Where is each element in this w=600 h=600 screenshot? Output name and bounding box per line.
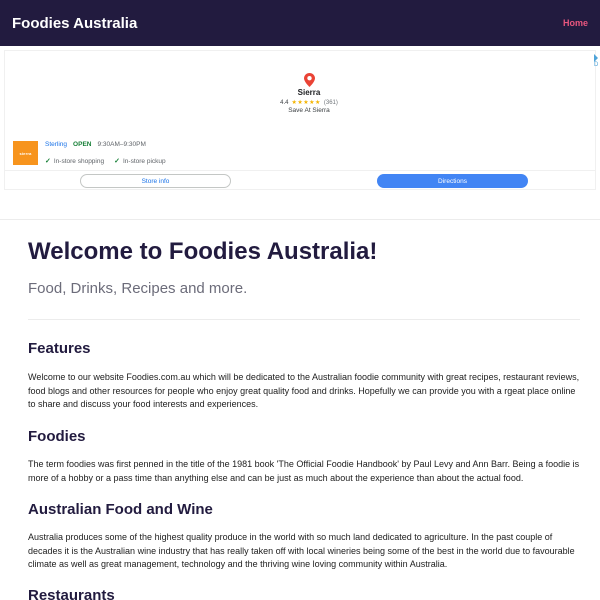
store-hours: 9:30AM–9:30PM: [97, 141, 146, 148]
section-heading-foodies: Foodies: [28, 428, 86, 445]
ad-tagline: Save At Sierra: [288, 107, 330, 114]
store-services: ✓ In-store shopping ✓ In-store pickup: [45, 157, 166, 166]
advertisement: Sierra 4.4 ★★★★★ (361) Save At Sierra si…: [0, 46, 600, 220]
section-body-features: Welcome to our website Foodies.com.au wh…: [28, 372, 580, 409]
page-lead: Food, Drinks, Recipes and more.: [28, 280, 248, 297]
page-title: Welcome to Foodies Australia!: [28, 238, 378, 265]
store-logo[interactable]: sierra: [13, 141, 38, 165]
section-heading-features: Features: [28, 340, 91, 357]
service-item: ✓ In-store pickup: [114, 157, 166, 166]
ad-button-row: Store info Directions: [4, 170, 596, 190]
store-info-button[interactable]: Store info: [80, 174, 231, 188]
adchoices-icon[interactable]: D: [594, 54, 600, 68]
check-icon: ✓: [114, 158, 120, 165]
rating-value: 4.4: [280, 99, 289, 106]
ad-store-name[interactable]: Sierra: [259, 88, 359, 97]
divider: [28, 319, 580, 320]
ad-rating: 4.4 ★★★★★ (361): [255, 99, 363, 107]
navbar: Foodies Australia Home: [0, 0, 600, 46]
store-location-row: Sterling OPEN 9:30AM–9:30PM: [45, 141, 146, 148]
section-body-foodies: The term foodies was first penned in the…: [28, 459, 580, 483]
site-brand[interactable]: Foodies Australia: [12, 15, 137, 32]
rating-count: (361): [323, 99, 338, 106]
directions-button[interactable]: Directions: [377, 174, 528, 188]
ad-frame[interactable]: Sierra 4.4 ★★★★★ (361) Save At Sierra si…: [4, 50, 596, 190]
check-icon: ✓: [45, 158, 51, 165]
map-pin-icon: [304, 73, 315, 87]
nav-home-link[interactable]: Home: [563, 18, 588, 28]
section-heading-restaurants: Restaurants: [28, 587, 115, 600]
section-heading-food-wine: Australian Food and Wine: [28, 501, 213, 518]
open-status: OPEN: [73, 141, 92, 148]
service-item: ✓ In-store shopping: [45, 157, 105, 166]
section-body-food-wine: Australia produces some of the highest q…: [28, 532, 575, 569]
star-rating-icon: ★★★★★: [291, 100, 321, 106]
store-city-link[interactable]: Sterling: [45, 141, 67, 148]
